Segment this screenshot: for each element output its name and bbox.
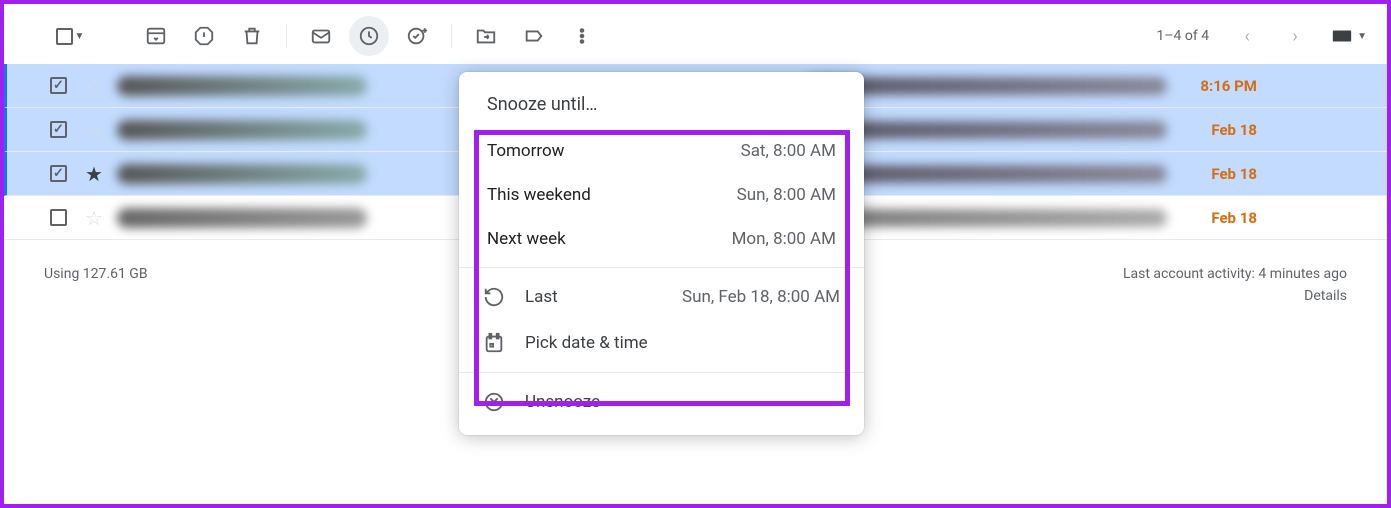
more-button[interactable] [562, 16, 602, 56]
unsnooze[interactable]: Unsnooze [459, 379, 864, 425]
details-link[interactable]: Details [1123, 288, 1347, 304]
separator [286, 24, 287, 48]
calendar-icon [483, 332, 505, 354]
email-time: Feb 18 [1187, 165, 1257, 183]
option-time: Sun, Feb 18, 8:00 AM [682, 287, 840, 307]
task-add-icon [406, 25, 428, 47]
more-vert-icon [571, 25, 593, 47]
trash-icon [241, 25, 263, 47]
snooze-button[interactable] [349, 16, 389, 56]
select-all-dropdown[interactable]: ▼ [50, 16, 90, 56]
sender-blurred [117, 120, 367, 140]
option-label: Unsnooze [525, 392, 600, 412]
option-label: This weekend [487, 185, 591, 205]
row-checkbox[interactable] [50, 77, 67, 94]
option-label: Pick date & time [525, 333, 648, 353]
snooze-title: Snooze until… [459, 72, 864, 129]
add-task-button[interactable] [397, 16, 437, 56]
prev-page-button[interactable]: ‹ [1227, 16, 1267, 56]
archive-icon [145, 25, 167, 47]
option-time: Sat, 8:00 AM [741, 141, 836, 161]
star-toggle[interactable]: ☆ [85, 74, 103, 98]
envelope-icon [310, 25, 332, 47]
snooze-next-week[interactable]: Next week Mon, 8:00 AM [459, 217, 864, 261]
archive-button[interactable] [136, 16, 176, 56]
sender-blurred [117, 208, 367, 228]
last-activity: Last account activity: 4 minutes ago [1123, 266, 1347, 282]
option-label: Tomorrow [487, 141, 564, 161]
divider [459, 372, 864, 373]
snooze-pick-date[interactable]: Pick date & time [459, 320, 864, 366]
label-icon [523, 25, 545, 47]
row-checkbox[interactable] [50, 121, 67, 138]
chevron-right-icon: › [1292, 26, 1297, 47]
option-time: Sun, 8:00 AM [737, 185, 836, 205]
redo-icon [483, 286, 505, 308]
mark-unread-button[interactable] [301, 16, 341, 56]
toolbar: ▼ 1–4 of 4 ‹ › ▼ [4, 4, 1387, 64]
spam-icon [193, 25, 215, 47]
row-checkbox[interactable] [50, 209, 67, 226]
email-time: Feb 18 [1187, 121, 1257, 139]
sender-blurred [117, 76, 367, 96]
separator [451, 24, 452, 48]
dropdown-arrow-icon: ▼ [75, 31, 85, 42]
chevron-left-icon: ‹ [1244, 26, 1249, 47]
option-label: Last [525, 287, 558, 307]
input-tools-button[interactable]: ▼ [1331, 25, 1367, 47]
email-time: 8:16 PM [1187, 77, 1257, 95]
snooze-tomorrow[interactable]: Tomorrow Sat, 8:00 AM [459, 129, 864, 173]
dropdown-arrow-icon: ▼ [1357, 31, 1367, 42]
snooze-popup: Snooze until… Tomorrow Sat, 8:00 AM This… [459, 72, 864, 435]
email-time: Feb 18 [1187, 209, 1257, 227]
row-checkbox[interactable] [50, 165, 67, 182]
checkbox-icon [56, 28, 73, 45]
report-spam-button[interactable] [184, 16, 224, 56]
labels-button[interactable] [514, 16, 554, 56]
folder-move-icon [475, 25, 497, 47]
move-to-button[interactable] [466, 16, 506, 56]
keyboard-icon [1331, 25, 1353, 47]
snooze-last[interactable]: Last Sun, Feb 18, 8:00 AM [459, 274, 864, 320]
delete-button[interactable] [232, 16, 272, 56]
cancel-icon [483, 391, 505, 413]
page-counter: 1–4 of 4 [1157, 28, 1210, 44]
clock-icon [358, 25, 380, 47]
snooze-weekend[interactable]: This weekend Sun, 8:00 AM [459, 173, 864, 217]
divider [459, 267, 864, 268]
option-time: Mon, 8:00 AM [732, 229, 836, 249]
next-page-button[interactable]: › [1275, 16, 1315, 56]
storage-usage: Using 127.61 GB [44, 266, 148, 304]
star-toggle[interactable]: ☆ [85, 206, 103, 230]
sender-blurred [117, 164, 367, 184]
star-toggle[interactable]: ★ [85, 162, 103, 186]
option-label: Next week [487, 229, 566, 249]
star-toggle[interactable]: ☆ [85, 118, 103, 142]
